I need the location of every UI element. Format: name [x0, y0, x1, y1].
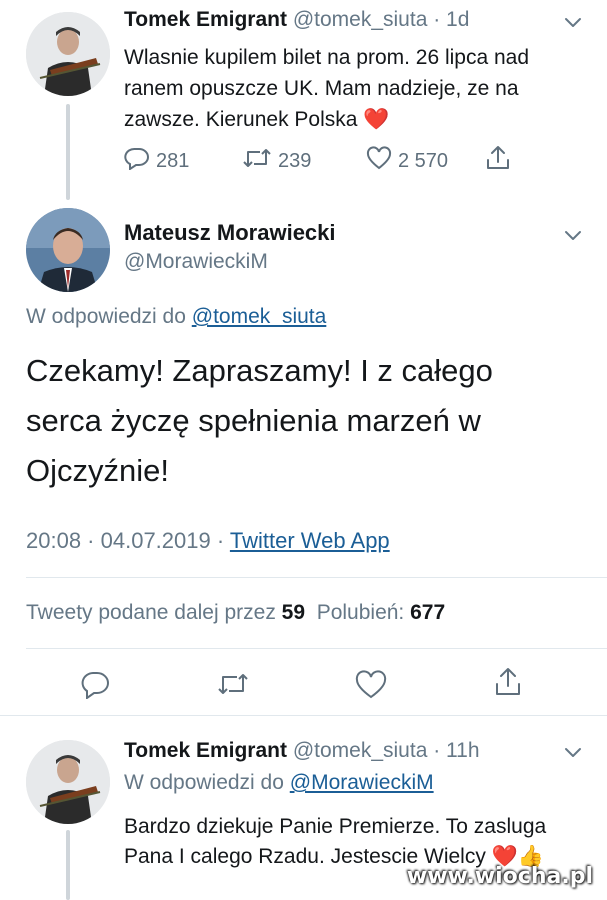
- likes-label[interactable]: Polubień:: [317, 601, 405, 624]
- thread-line: [66, 830, 70, 900]
- like-button[interactable]: [355, 670, 387, 705]
- author-handle[interactable]: @MorawieckiM: [124, 250, 268, 274]
- dot-separator: ·: [427, 8, 447, 31]
- tweet-text: Czekamy! Zapraszamy! I z całego serca ży…: [26, 353, 493, 488]
- retweet-icon: [242, 146, 278, 176]
- author-name[interactable]: Mateusz Morawiecki: [124, 220, 336, 246]
- reply-prefix: W odpowiedzi do: [124, 771, 284, 794]
- avatar-morawiecki[interactable]: [26, 208, 110, 292]
- chevron-down-icon[interactable]: [563, 742, 583, 762]
- avatar-tomek[interactable]: [26, 740, 110, 824]
- reply-icon: [80, 672, 110, 703]
- dot-separator: ·: [210, 528, 230, 553]
- retweets-count[interactable]: 59: [282, 601, 305, 624]
- divider: [26, 577, 607, 578]
- reply-count: 281: [156, 149, 190, 172]
- watermark: www.wiocha.pl: [406, 864, 593, 889]
- reply-button[interactable]: [80, 669, 110, 704]
- chevron-down-icon[interactable]: [563, 225, 583, 245]
- like-count: 2 570: [398, 149, 449, 172]
- reply-to-link[interactable]: @tomek_siuta: [192, 305, 327, 328]
- share-button[interactable]: [484, 144, 518, 178]
- status-bar: [0, 0, 607, 6]
- share-button[interactable]: [493, 666, 523, 703]
- share-icon: [493, 668, 523, 702]
- tweet-text: Wlasnie kupilem bilet na prom. 26 lipca …: [124, 46, 530, 131]
- divider: [0, 715, 607, 716]
- retweet-button[interactable]: [216, 670, 250, 703]
- tweet-text: Bardzo dziekuje Panie Premierze. To zasl…: [124, 815, 547, 868]
- share-icon: [484, 144, 518, 178]
- author-name[interactable]: Tomek Emigrant: [124, 739, 287, 762]
- thread-line: [66, 104, 70, 200]
- divider: [26, 648, 607, 649]
- author-name[interactable]: Tomek Emigrant: [124, 8, 287, 31]
- reply-to-link[interactable]: @MorawieckiM: [290, 771, 434, 794]
- tweet-time[interactable]: 11h: [446, 739, 479, 762]
- dot-separator: ·: [427, 739, 447, 762]
- retweets-label[interactable]: Tweety podane dalej przez: [26, 601, 276, 624]
- avatar-tomek[interactable]: [26, 12, 110, 96]
- retweet-icon: [216, 674, 250, 702]
- likes-count[interactable]: 677: [410, 601, 445, 624]
- reply-icon: [124, 146, 156, 176]
- author-handle[interactable]: @tomek_siuta: [293, 8, 428, 31]
- retweet-count: 239: [278, 149, 312, 172]
- like-button[interactable]: 2 570: [366, 146, 448, 176]
- tweet-time[interactable]: 1d: [446, 8, 469, 31]
- reply-button[interactable]: 281: [124, 146, 189, 176]
- source-link[interactable]: Twitter Web App: [230, 528, 390, 553]
- like-icon: [366, 146, 398, 176]
- dot-separator: ·: [81, 528, 101, 553]
- tweet-time: 20:08: [26, 528, 82, 553]
- retweet-button[interactable]: 239: [242, 146, 311, 176]
- tweet-date: 04.07.2019: [100, 528, 211, 553]
- reply-prefix: W odpowiedzi do: [26, 305, 186, 328]
- like-icon: [355, 670, 387, 704]
- author-handle[interactable]: @tomek_siuta: [293, 739, 428, 762]
- chevron-down-icon[interactable]: [563, 12, 583, 32]
